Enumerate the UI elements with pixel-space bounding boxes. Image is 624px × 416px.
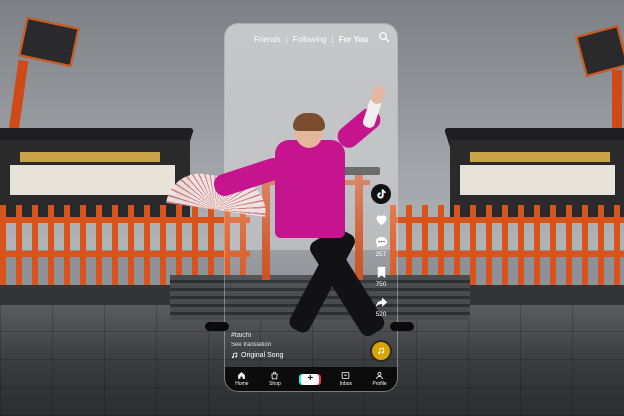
- nav-home-label: Home: [235, 381, 249, 387]
- right-action-rail: 257 750 520: [369, 184, 393, 323]
- person-torso: [275, 140, 345, 238]
- nav-inbox-label: Inbox: [339, 381, 353, 387]
- inbox-icon: [342, 372, 350, 379]
- profile-icon: [376, 372, 384, 379]
- nav-profile[interactable]: Profile: [373, 371, 387, 387]
- share-icon: [375, 297, 387, 308]
- heart-icon: [376, 215, 386, 226]
- comment-icon: [375, 236, 387, 248]
- nav-inbox[interactable]: Inbox: [340, 371, 352, 387]
- share-button[interactable]: 520: [374, 295, 389, 319]
- shrine-wall-right: [460, 165, 615, 195]
- nav-create[interactable]: +: [301, 373, 320, 385]
- person-hair: [293, 113, 325, 131]
- like-button[interactable]: [374, 212, 389, 227]
- home-icon: [238, 372, 246, 379]
- shoe-left: [205, 322, 229, 331]
- nav-profile-label: Profile: [372, 381, 387, 387]
- nav-shop[interactable]: Shop: [269, 371, 281, 387]
- shares-count: 520: [375, 311, 387, 318]
- comments-count: 257: [375, 251, 387, 258]
- shopping-bag-icon: [271, 371, 279, 380]
- tab-for-you[interactable]: For You: [339, 35, 368, 44]
- nav-shop-label: Shop: [269, 381, 281, 387]
- shrine-wall-left: [10, 165, 175, 195]
- tab-friends[interactable]: Friends: [254, 35, 281, 44]
- tab-separator: |: [331, 34, 334, 44]
- bookmark-icon: [377, 266, 385, 279]
- tab-separator: |: [285, 34, 288, 44]
- comment-button[interactable]: 257: [374, 235, 389, 259]
- music-disc-icon[interactable]: [370, 340, 392, 362]
- tab-following[interactable]: Following: [293, 35, 327, 44]
- bookmark-button[interactable]: 750: [374, 265, 389, 289]
- bottom-navigation: Home Shop + Inbox Profile: [225, 367, 397, 391]
- top-feed-tabs: Friends | Following | For You: [225, 30, 397, 48]
- search-icon[interactable]: [378, 31, 390, 43]
- nav-home[interactable]: Home: [235, 371, 249, 387]
- shoe-right: [390, 322, 414, 331]
- create-button[interactable]: +: [301, 373, 320, 385]
- tiktok-logo-icon[interactable]: [371, 184, 391, 204]
- shrine-ornament-right: [470, 152, 610, 162]
- bookmarks-count: 750: [375, 281, 387, 288]
- shrine-ornament-left: [20, 152, 160, 162]
